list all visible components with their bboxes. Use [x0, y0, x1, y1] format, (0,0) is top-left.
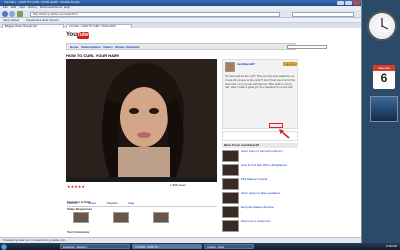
view-count: 1,386 views	[170, 184, 186, 187]
related-title: Everyday Makeup Routine	[241, 205, 274, 209]
video-player[interactable]	[66, 59, 217, 177]
avatar[interactable]	[225, 62, 235, 72]
window-controls	[337, 1, 360, 5]
video-title: HOW TO CURL YOUR HAIR!	[66, 53, 120, 58]
related-title: How to do a messy bun	[241, 219, 271, 223]
nav-videos[interactable]: Videos	[103, 45, 113, 49]
related-video[interactable]: How I apply my false eyelashes	[222, 191, 298, 205]
annotation-arrow-icon	[279, 129, 290, 139]
related-video[interactable]: How To Curl Hair With a Straightener	[222, 163, 298, 177]
logo-tube: Tube	[77, 32, 89, 39]
nav-shows[interactable]: Shows	[115, 45, 125, 49]
navigation-toolbar: http://www.youtube.com/watch?v=	[0, 10, 361, 18]
description-text: Oh wow and we the curl!!! This one has b…	[225, 75, 295, 90]
task-firefox-facebook[interactable]: Facebook - Mozilla F...	[60, 244, 130, 249]
youtube-logo[interactable]: You Tube	[66, 32, 90, 40]
more-from-label: More From: xxxxbluxx97	[224, 143, 260, 147]
related-thumbnail	[222, 178, 239, 190]
youtube-nav: Home Subscriptions Videos Shows Channels	[66, 43, 327, 50]
related-title: How I apply my false eyelashes	[241, 191, 281, 195]
address-text: http://www.youtube.com/watch?v=	[33, 12, 79, 16]
subscribe-button[interactable]: Subscribe	[283, 62, 297, 66]
browser-window: YouTube - HOW TO CURL YOUR HAIR! - Mozil…	[0, 0, 362, 243]
clock-gadget[interactable]	[367, 11, 397, 41]
youtube-search-input[interactable]	[287, 45, 327, 49]
reload-icon[interactable]	[17, 11, 23, 17]
back-icon[interactable]	[2, 11, 8, 17]
related-thumbnail	[222, 220, 239, 232]
video-responses-section: Video Responses	[67, 206, 217, 228]
logo-you: You	[66, 32, 77, 38]
nav-channels[interactable]: Channels	[126, 45, 140, 49]
response-thumbnail[interactable]	[153, 212, 169, 223]
bookmark-facebook[interactable]: Facebook's New Version	[26, 19, 59, 23]
taskbar: Facebook - Mozilla F... YouTube - HOW TO…	[0, 243, 400, 250]
calendar-day: 6	[380, 71, 388, 85]
calendar-gadget[interactable]: Saturday 6	[373, 65, 395, 89]
related-video[interactable]: Pink Makeup Tutorial	[222, 177, 298, 191]
related-video[interactable]: Everyday Makeup Routine	[222, 205, 298, 219]
nav-subscriptions[interactable]: Subscriptions	[81, 45, 101, 49]
task-paint[interactable]: Untitled - Paint	[204, 244, 254, 249]
statistics-toggle[interactable]: Statistics & Data	[67, 200, 91, 204]
flag-button[interactable]: Flag	[128, 201, 134, 205]
task-label: Untitled - Paint	[207, 245, 225, 249]
related-title: Pink Makeup Tutorial	[241, 177, 268, 181]
video-frame-image	[66, 59, 217, 177]
highlight-box	[269, 123, 283, 128]
window-title: YouTube - HOW TO CURL YOUR HAIR! - Mozil…	[4, 1, 80, 4]
address-bar[interactable]: http://www.youtube.com/watch?v=	[30, 11, 280, 17]
uploader-name[interactable]: xxxxbluxx97	[237, 63, 255, 67]
web-page: You Tube Sign Out Home Subscriptions Vid…	[0, 28, 361, 237]
task-label: Facebook - Mozilla F...	[63, 245, 89, 249]
nav-home[interactable]: Home	[70, 45, 78, 49]
related-video[interactable]: How to do a messy bun	[222, 219, 298, 233]
rating-stars[interactable]: ★★★★★	[67, 184, 85, 189]
start-button-icon[interactable]	[1, 243, 7, 250]
related-thumbnail	[222, 150, 239, 162]
task-label: YouTube - HOW TO...	[135, 245, 161, 249]
playlists-button[interactable]: Playlists	[107, 201, 118, 205]
player-controls[interactable]	[66, 177, 217, 182]
related-title: How To Curl Hair With a Straightener	[241, 163, 287, 167]
maximize-button[interactable]	[345, 1, 352, 5]
browser-search-input[interactable]	[292, 11, 354, 17]
related-thumbnail	[222, 192, 239, 204]
related-video[interactable]: How I style my hair with a flat iron	[222, 149, 298, 163]
taskbar-clock[interactable]: 6:38 PM	[386, 244, 397, 248]
related-title: How I style my hair with a flat iron	[241, 149, 283, 153]
bookmark-most-visited[interactable]: Most Visited	[3, 19, 19, 23]
video-actions: Favorite Share Playlists Flag	[67, 191, 217, 205]
uploader-box: xxxxbluxx97 Subscribe Oh wow and we the …	[222, 59, 298, 129]
slideshow-gadget[interactable]	[370, 96, 398, 122]
clock-face-icon	[381, 18, 389, 30]
minimize-button[interactable]	[337, 1, 344, 5]
related-thumbnail	[222, 206, 239, 218]
more-from-header[interactable]: More From: xxxxbluxx97	[222, 143, 298, 148]
comments-label[interactable]: Text Comments	[67, 230, 89, 234]
response-thumbnail[interactable]	[113, 212, 129, 223]
forward-icon[interactable]	[9, 11, 15, 17]
task-firefox-youtube[interactable]: YouTube - HOW TO...	[132, 244, 202, 249]
response-thumbnail[interactable]	[73, 212, 89, 223]
video-description: Oh wow and we the curl!!! This one has b…	[225, 75, 297, 90]
close-button[interactable]	[353, 1, 360, 5]
related-thumbnail	[222, 164, 239, 176]
